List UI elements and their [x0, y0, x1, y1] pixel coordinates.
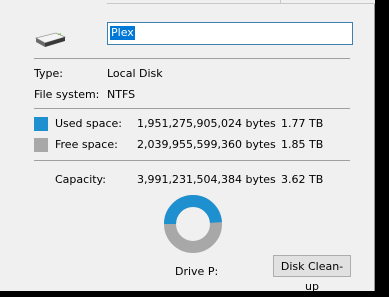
- file-system-label: File system:: [34, 88, 100, 101]
- separator: [34, 160, 350, 161]
- tab-strip: [107, 0, 375, 4]
- tab-divider: [280, 0, 281, 3]
- hard-drive-icon: [34, 32, 66, 47]
- usage-donut-chart: [164, 195, 222, 253]
- used-space-swatch: [34, 117, 48, 131]
- type-label: Type:: [34, 67, 63, 80]
- type-value: Local Disk: [107, 67, 163, 80]
- capacity-size: 3.62 TB: [281, 173, 324, 186]
- drive-letter-label: Drive P:: [175, 265, 219, 278]
- separator: [34, 58, 350, 59]
- capacity-label: Capacity:: [55, 173, 106, 186]
- disk-cleanup-button[interactable]: Disk Clean-up: [273, 255, 351, 293]
- free-space-swatch: [34, 138, 48, 152]
- free-space-bytes: 2,039,955,599,360 bytes: [137, 138, 276, 151]
- drive-name-selected-text: Plex: [110, 26, 135, 40]
- drive-name-input[interactable]: [107, 22, 353, 45]
- free-space-label: Free space:: [55, 138, 118, 151]
- capacity-bytes: 3,991,231,504,384 bytes: [137, 173, 276, 186]
- separator: [34, 108, 350, 109]
- used-space-bytes: 1,951,275,905,024 bytes: [137, 117, 276, 130]
- used-space-size: 1.77 TB: [281, 117, 324, 130]
- drive-properties-panel: Plex Type: Local Disk File system: NTFS …: [0, 0, 375, 293]
- used-space-label: Used space:: [55, 117, 123, 130]
- file-system-value: NTFS: [107, 88, 136, 101]
- free-space-size: 1.85 TB: [281, 138, 324, 151]
